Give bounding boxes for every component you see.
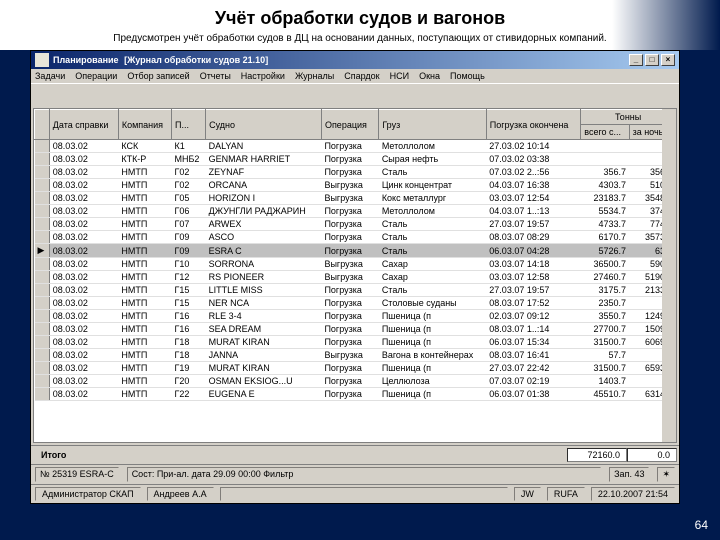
- table-row[interactable]: 08.03.02НМТПГ15LITTLE MISSПогрузкаСталь2…: [35, 284, 676, 297]
- footer-timestamp: 22.10.2007 21:54: [591, 487, 675, 501]
- table-row[interactable]: 08.03.02НМТПГ19MURAT KIRANПогрузкаПшениц…: [35, 362, 676, 375]
- row-indicator: [35, 375, 50, 388]
- table-row[interactable]: 08.03.02НМТПГ06ДЖУНГЛИ РАДЖАРИНПогрузкаМ…: [35, 205, 676, 218]
- row-indicator: [35, 192, 50, 205]
- menu-item[interactable]: Окна: [419, 71, 440, 81]
- col-ship[interactable]: Судно: [206, 110, 322, 140]
- table-row[interactable]: 08.03.02НМТПГ16SEA DREAMПогрузкаПшеница …: [35, 323, 676, 336]
- row-indicator: [35, 218, 50, 231]
- row-indicator: [35, 349, 50, 362]
- menu-item[interactable]: Настройки: [241, 71, 285, 81]
- row-indicator: [35, 323, 50, 336]
- row-indicator: [35, 153, 50, 166]
- row-indicator: [35, 388, 50, 401]
- app-icon: [35, 53, 49, 67]
- row-indicator: [35, 336, 50, 349]
- row-indicator: [35, 297, 50, 310]
- col-end[interactable]: Погрузка окончена: [486, 110, 580, 140]
- table-row[interactable]: 08.03.02КСКК1DALYANПогрузкаМетоллолом27.…: [35, 140, 676, 153]
- col-date[interactable]: Дата справки: [49, 110, 118, 140]
- app-window: Планирование [Журнал обработки судов 21.…: [30, 50, 680, 504]
- titlebar: Планирование [Журнал обработки судов 21.…: [31, 51, 679, 69]
- toolbar-button[interactable]: [77, 86, 95, 104]
- row-indicator: [35, 310, 50, 323]
- row-indicator: [35, 362, 50, 375]
- menubar: Задачи Операции Отбор записей Отчеты Нас…: [31, 69, 679, 83]
- statusbar: № 25319 ESRA-C Сост: При-ал. дата 29.09 …: [31, 464, 679, 484]
- table-row[interactable]: 08.03.02НМТПГ09ASCOПогрузкаСталь08.03.07…: [35, 231, 676, 244]
- status-zap: Зап. 43: [609, 467, 649, 482]
- maximize-button[interactable]: □: [645, 54, 659, 66]
- footer-org: RUFA: [547, 487, 585, 501]
- row-indicator: ▶: [35, 244, 50, 258]
- footer: Администратор СКАП Андреев А.А JW RUFA 2…: [31, 484, 679, 503]
- toolbar-button[interactable]: [98, 86, 116, 104]
- col-pn[interactable]: П...: [171, 110, 205, 140]
- table-row[interactable]: 08.03.02КТК-РМНБ2GENMAR HARRIETПогрузкаС…: [35, 153, 676, 166]
- table-row[interactable]: 08.03.02НМТПГ16RLE 3-4ПогрузкаПшеница (п…: [35, 310, 676, 323]
- row-indicator: [35, 140, 50, 153]
- slide-title: Учёт обработки судов и вагонов: [0, 0, 720, 33]
- menu-item[interactable]: Журналы: [295, 71, 334, 81]
- row-indicator: [35, 258, 50, 271]
- col-tons-total[interactable]: всего с...: [581, 125, 629, 140]
- row-indicator: [35, 231, 50, 244]
- col-cargo[interactable]: Груз: [379, 110, 486, 140]
- table-row[interactable]: 08.03.02НМТПГ20OSMAN EKSIOG...UПогрузкаЦ…: [35, 375, 676, 388]
- table-row[interactable]: 08.03.02НМТПГ22EUGENA EПогрузкаПшеница (…: [35, 388, 676, 401]
- menu-item[interactable]: Спардок: [344, 71, 379, 81]
- table-row[interactable]: 08.03.02НМТПГ18MURAT KIRANПогрузкаПшениц…: [35, 336, 676, 349]
- vertical-scrollbar[interactable]: [662, 109, 676, 442]
- totals-label: Итого: [33, 448, 74, 462]
- menu-item[interactable]: НСИ: [390, 71, 409, 81]
- toolbar-button[interactable]: [56, 86, 74, 104]
- footer-admin: Администратор СКАП: [35, 487, 141, 501]
- table-row[interactable]: 08.03.02НМТПГ15NER NCAПогрузкаСтоловые с…: [35, 297, 676, 310]
- col-company[interactable]: Компания: [118, 110, 171, 140]
- status-icon[interactable]: ✶: [657, 467, 675, 482]
- menu-item[interactable]: Помощь: [450, 71, 485, 81]
- totals-row: Итого 72160.0 0.0: [31, 445, 679, 464]
- row-indicator: [35, 166, 50, 179]
- table-row[interactable]: 08.03.02НМТПГ02ORCANAВыгрузкаЦинк концен…: [35, 179, 676, 192]
- toolbar: [31, 83, 679, 106]
- row-indicator: [35, 179, 50, 192]
- doc-title: [Журнал обработки судов 21.10]: [124, 55, 268, 65]
- col-operation[interactable]: Операция: [321, 110, 378, 140]
- totals-value-2: 0.0: [627, 448, 677, 462]
- menu-item[interactable]: Отчеты: [200, 71, 231, 81]
- table-row[interactable]: 08.03.02НМТПГ18JANNAВыгрузкаВагона в кон…: [35, 349, 676, 362]
- minimize-button[interactable]: _: [629, 54, 643, 66]
- status-record: № 25319 ESRA-C: [35, 467, 119, 482]
- status-state: Сост: При-ал. дата 29.09 00:00 Фильтр: [127, 467, 601, 482]
- grid[interactable]: Дата справки Компания П... Судно Операци…: [33, 108, 677, 443]
- table-row[interactable]: 08.03.02НМТПГ02ZEYNAFПогрузкаСталь07.03.…: [35, 166, 676, 179]
- row-indicator: [35, 205, 50, 218]
- totals-value-1: 72160.0: [567, 448, 627, 462]
- menu-item[interactable]: Операции: [75, 71, 117, 81]
- slide-subtitle: Предусмотрен учёт обработки судов в ДЦ н…: [0, 33, 720, 50]
- table-row[interactable]: ▶08.03.02НМТПГ09ESRA CПогрузкаСталь06.03…: [35, 244, 676, 258]
- footer-ws: JW: [514, 487, 541, 501]
- table-row[interactable]: 08.03.02НМТПГ12RS PIONEERВыгрузкаСахар03…: [35, 271, 676, 284]
- close-button[interactable]: ×: [661, 54, 675, 66]
- page-number: 64: [695, 518, 708, 532]
- table-row[interactable]: 08.03.02НМТПГ07ARWEXПогрузкаСталь27.03.0…: [35, 218, 676, 231]
- menu-item[interactable]: Задачи: [35, 71, 65, 81]
- footer-user: Андреев А.А: [147, 487, 214, 501]
- row-indicator: [35, 271, 50, 284]
- toolbar-button[interactable]: [35, 86, 53, 104]
- menu-item[interactable]: Отбор записей: [127, 71, 189, 81]
- row-indicator: [35, 284, 50, 297]
- table-row[interactable]: 08.03.02НМТПГ05HORIZON IВыгрузкаКокс мет…: [35, 192, 676, 205]
- app-title: Планирование: [53, 55, 119, 65]
- table-row[interactable]: 08.03.02НМТПГ10SORRONAВыгрузкаСахар03.03…: [35, 258, 676, 271]
